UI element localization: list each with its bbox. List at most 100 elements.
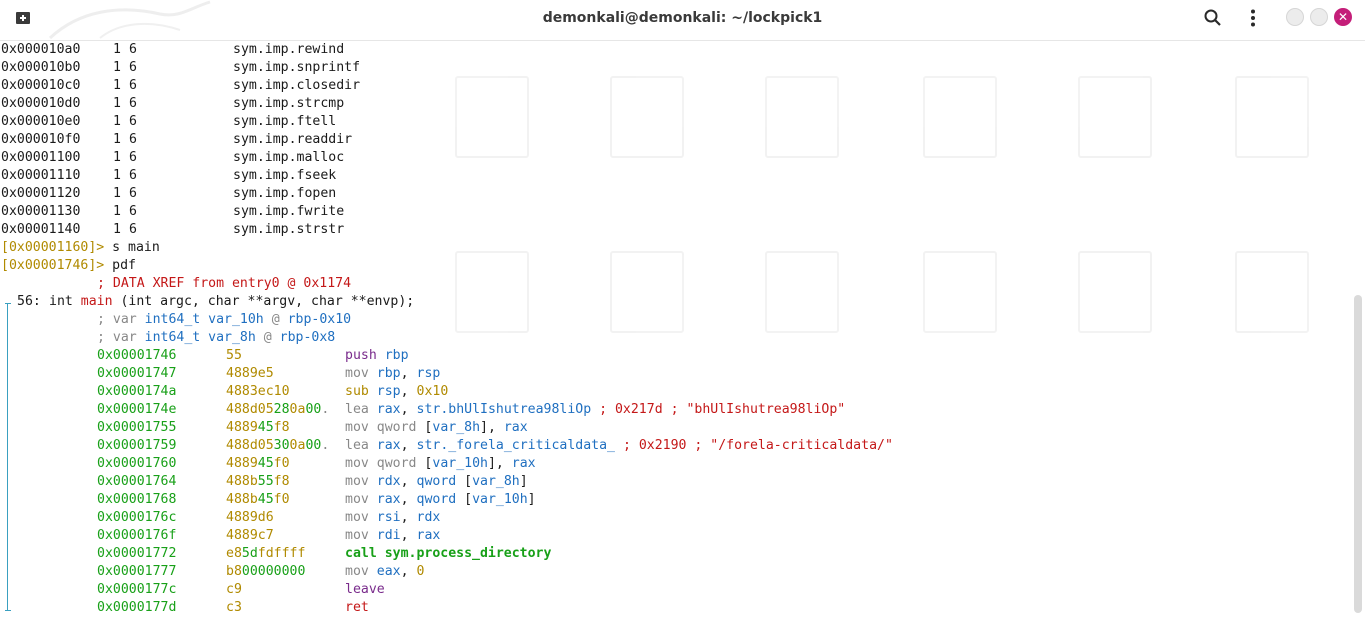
instruction-text: lea rax, str.bhUlIshutrea98liOp ; 0x217d… — [345, 401, 845, 419]
operand: , — [400, 528, 417, 543]
operand: [ — [416, 456, 433, 471]
import-bind: 1 — [113, 204, 121, 219]
var-wrap: ; var int64_t var_8h @ rbp-0x8 — [97, 329, 335, 347]
import-bind: 1 — [113, 42, 121, 57]
instruction-address: 0x00001755 — [97, 420, 177, 435]
operand: rsp — [376, 384, 401, 399]
menu-dots-icon[interactable] — [1243, 8, 1263, 28]
operand: rax — [376, 492, 401, 507]
byte-chunk: 8d05 — [241, 438, 274, 453]
instruction-text: sub rsp, 0x10 — [345, 383, 448, 401]
instruction-text: ret — [345, 599, 369, 617]
function-flow-tick-top — [5, 303, 11, 304]
command-line: [0x00001160]> s main — [1, 239, 160, 257]
import-name: sym.imp.fseek — [233, 168, 337, 183]
xref-text: ; DATA XREF from entry0 @ 0x1174 — [97, 276, 352, 291]
operand: rdi — [376, 528, 401, 543]
instruction-bytes: c9 — [226, 581, 242, 599]
operand: ] — [527, 492, 536, 507]
byte-chunk: 48 — [226, 420, 242, 435]
instruction-text: mov rax, qword [var_10h] — [345, 491, 536, 509]
instruction-bytes: c3 — [226, 599, 242, 617]
instruction-bytes: 488d05280a00. — [226, 401, 329, 419]
close-icon[interactable]: ✕ — [1334, 8, 1352, 26]
operand: 0 — [416, 564, 425, 579]
var-prefix: ; var — [97, 330, 145, 345]
operand: var_8h — [432, 420, 481, 435]
operand: 0x10 — [416, 384, 449, 399]
byte-chunk: 48 — [226, 528, 242, 543]
command-line: [0x00001746]> pdf — [1, 257, 136, 275]
var-wrap: ; var int64_t var_10h @ rbp-0x10 — [97, 311, 351, 329]
var-name: var_8h — [208, 330, 264, 345]
import-name: sym.imp.fopen — [233, 186, 337, 201]
import-size: 6 — [129, 204, 137, 219]
operand: , — [400, 564, 417, 579]
byte-chunk: 48 — [226, 384, 242, 399]
instruction-address: 0x00001768 — [97, 492, 177, 507]
function-size: 56: — [17, 294, 49, 309]
import-name: sym.imp.malloc — [233, 150, 345, 165]
var-name: var_10h — [208, 312, 272, 327]
maximize-icon[interactable] — [1310, 8, 1328, 26]
signature-wrap: int main (int argc, char **argv, char **… — [49, 293, 414, 311]
var-location: rbp-0x8 — [279, 330, 336, 345]
byte-chunk: 89 — [241, 456, 258, 471]
import-bind: 1 — [113, 114, 121, 129]
operand: rax — [376, 402, 401, 417]
byte-chunk: 8b — [241, 492, 258, 507]
mnemonic: mov — [345, 456, 369, 471]
import-size: 6 — [129, 42, 137, 57]
byte-chunk: 89d6 — [241, 510, 274, 525]
import-bind: 1 — [113, 168, 121, 183]
byte-chunk: 48 — [226, 366, 242, 381]
instruction-address: 0x00001772 — [97, 546, 177, 561]
instruction-text: mov rdx, qword [var_8h] — [345, 473, 528, 491]
instruction-text: mov qword [var_10h], rax — [345, 455, 536, 473]
search-icon[interactable] — [1203, 8, 1223, 28]
byte-chunk: f8 — [273, 474, 290, 489]
import-address: 0x000010b0 — [1, 60, 81, 75]
byte-chunk: ffff — [273, 546, 306, 561]
instruction-address: 0x0000176f — [97, 528, 177, 543]
byte-chunk: b8 — [226, 564, 242, 579]
byte-chunk: 48 — [226, 456, 242, 471]
instruction-bytes: 4889e5 — [226, 365, 274, 383]
mnemonic: mov — [345, 528, 369, 543]
byte-chunk: 48 — [226, 492, 242, 507]
operand: var_10h — [432, 456, 488, 471]
mnemonic: lea — [345, 438, 369, 453]
import-size: 6 — [129, 114, 137, 129]
instruction-address: 0x00001764 — [97, 474, 177, 489]
operand: ; 0x217d ; "bhUlIshutrea98liOp" — [591, 402, 846, 417]
import-bind: 1 — [113, 222, 121, 237]
import-size: 6 — [129, 60, 137, 75]
title-bar: demonkali@demonkali: ~/lockpick1 ✕ — [0, 0, 1365, 41]
instruction-bytes: 55 — [226, 347, 242, 365]
mnemonic: leave — [345, 582, 385, 597]
operand: , — [400, 366, 417, 381]
import-address: 0x00001130 — [1, 204, 81, 219]
instruction-bytes: 488945f0 — [226, 455, 290, 473]
operand: [ — [456, 492, 473, 507]
byte-chunk: 48 — [226, 510, 242, 525]
byte-chunk: 45 — [257, 456, 274, 471]
scrollbar[interactable] — [1354, 295, 1362, 613]
import-size: 6 — [129, 222, 137, 237]
operand: rax — [416, 528, 441, 543]
instruction-bytes: b800000000 — [226, 563, 305, 581]
instruction-bytes: 4883ec10 — [226, 383, 290, 401]
function-args: (int argc, char **argv, char **envp); — [112, 294, 415, 309]
instruction-address: 0x00001760 — [97, 456, 177, 471]
byte-chunk: fd — [257, 546, 274, 561]
terminal-output[interactable]: 0x000010a0 1 6 sym.imp.rewind 0x000010b0 1 6 sy… — [0, 41, 1352, 619]
mnemonic: mov — [345, 492, 369, 507]
minimize-icon[interactable] — [1286, 8, 1304, 26]
import-size: 6 — [129, 150, 137, 165]
operand: [ — [416, 420, 433, 435]
